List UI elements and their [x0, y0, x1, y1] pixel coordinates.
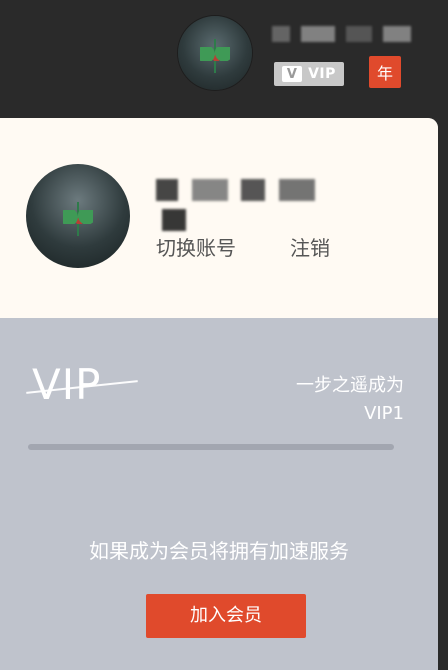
vip-step-line2: VIP1 — [364, 403, 404, 424]
blurred-text-block — [278, 179, 315, 201]
account-dropdown-panel: 切换账号 注销 VIP 一步之遥成为 VIP1 如果成为会员将拥有加速服务 加入… — [0, 118, 438, 670]
profile-actions: 切换账号 注销 — [156, 232, 396, 260]
year-badge: 年 — [369, 56, 401, 88]
blurred-text-block — [191, 179, 228, 201]
vip-progress-bar — [28, 444, 394, 450]
profile-avatar[interactable] — [26, 164, 130, 268]
join-membership-button[interactable]: 加入会员 — [146, 594, 306, 638]
top-username[interactable] — [272, 22, 414, 44]
vip-badge: V VIP — [274, 62, 344, 86]
vip-benefit-text: 如果成为会员将拥有加速服务 — [89, 539, 349, 563]
blurred-text-block — [346, 25, 373, 42]
right-edge-strip — [438, 0, 448, 670]
vip-badge-label: VIP — [308, 66, 336, 82]
profile-section: 切换账号 注销 — [0, 118, 438, 318]
vip-step-message: 一步之遥成为 VIP1 — [248, 372, 404, 432]
vip-step-line1: 一步之遥成为 — [296, 375, 404, 396]
top-bar: V VIP 年 — [0, 0, 448, 118]
profile-name — [156, 174, 336, 231]
blurred-text-block — [162, 209, 186, 231]
vip-v-icon: V — [282, 66, 303, 82]
blurred-text-block — [272, 25, 290, 42]
blurred-text-block — [156, 179, 178, 201]
plant-icon — [63, 194, 93, 238]
blurred-text-block — [241, 179, 266, 201]
blurred-text-block — [301, 25, 336, 42]
blurred-text-block — [383, 25, 412, 42]
vip-section: VIP 一步之遥成为 VIP1 如果成为会员将拥有加速服务 加入会员 — [0, 318, 438, 670]
vip-logo: VIP — [26, 364, 138, 406]
top-avatar[interactable] — [178, 16, 252, 90]
switch-account-link[interactable]: 切换账号 — [156, 232, 236, 261]
logout-link[interactable]: 注销 — [290, 232, 330, 261]
plant-icon — [200, 31, 230, 75]
